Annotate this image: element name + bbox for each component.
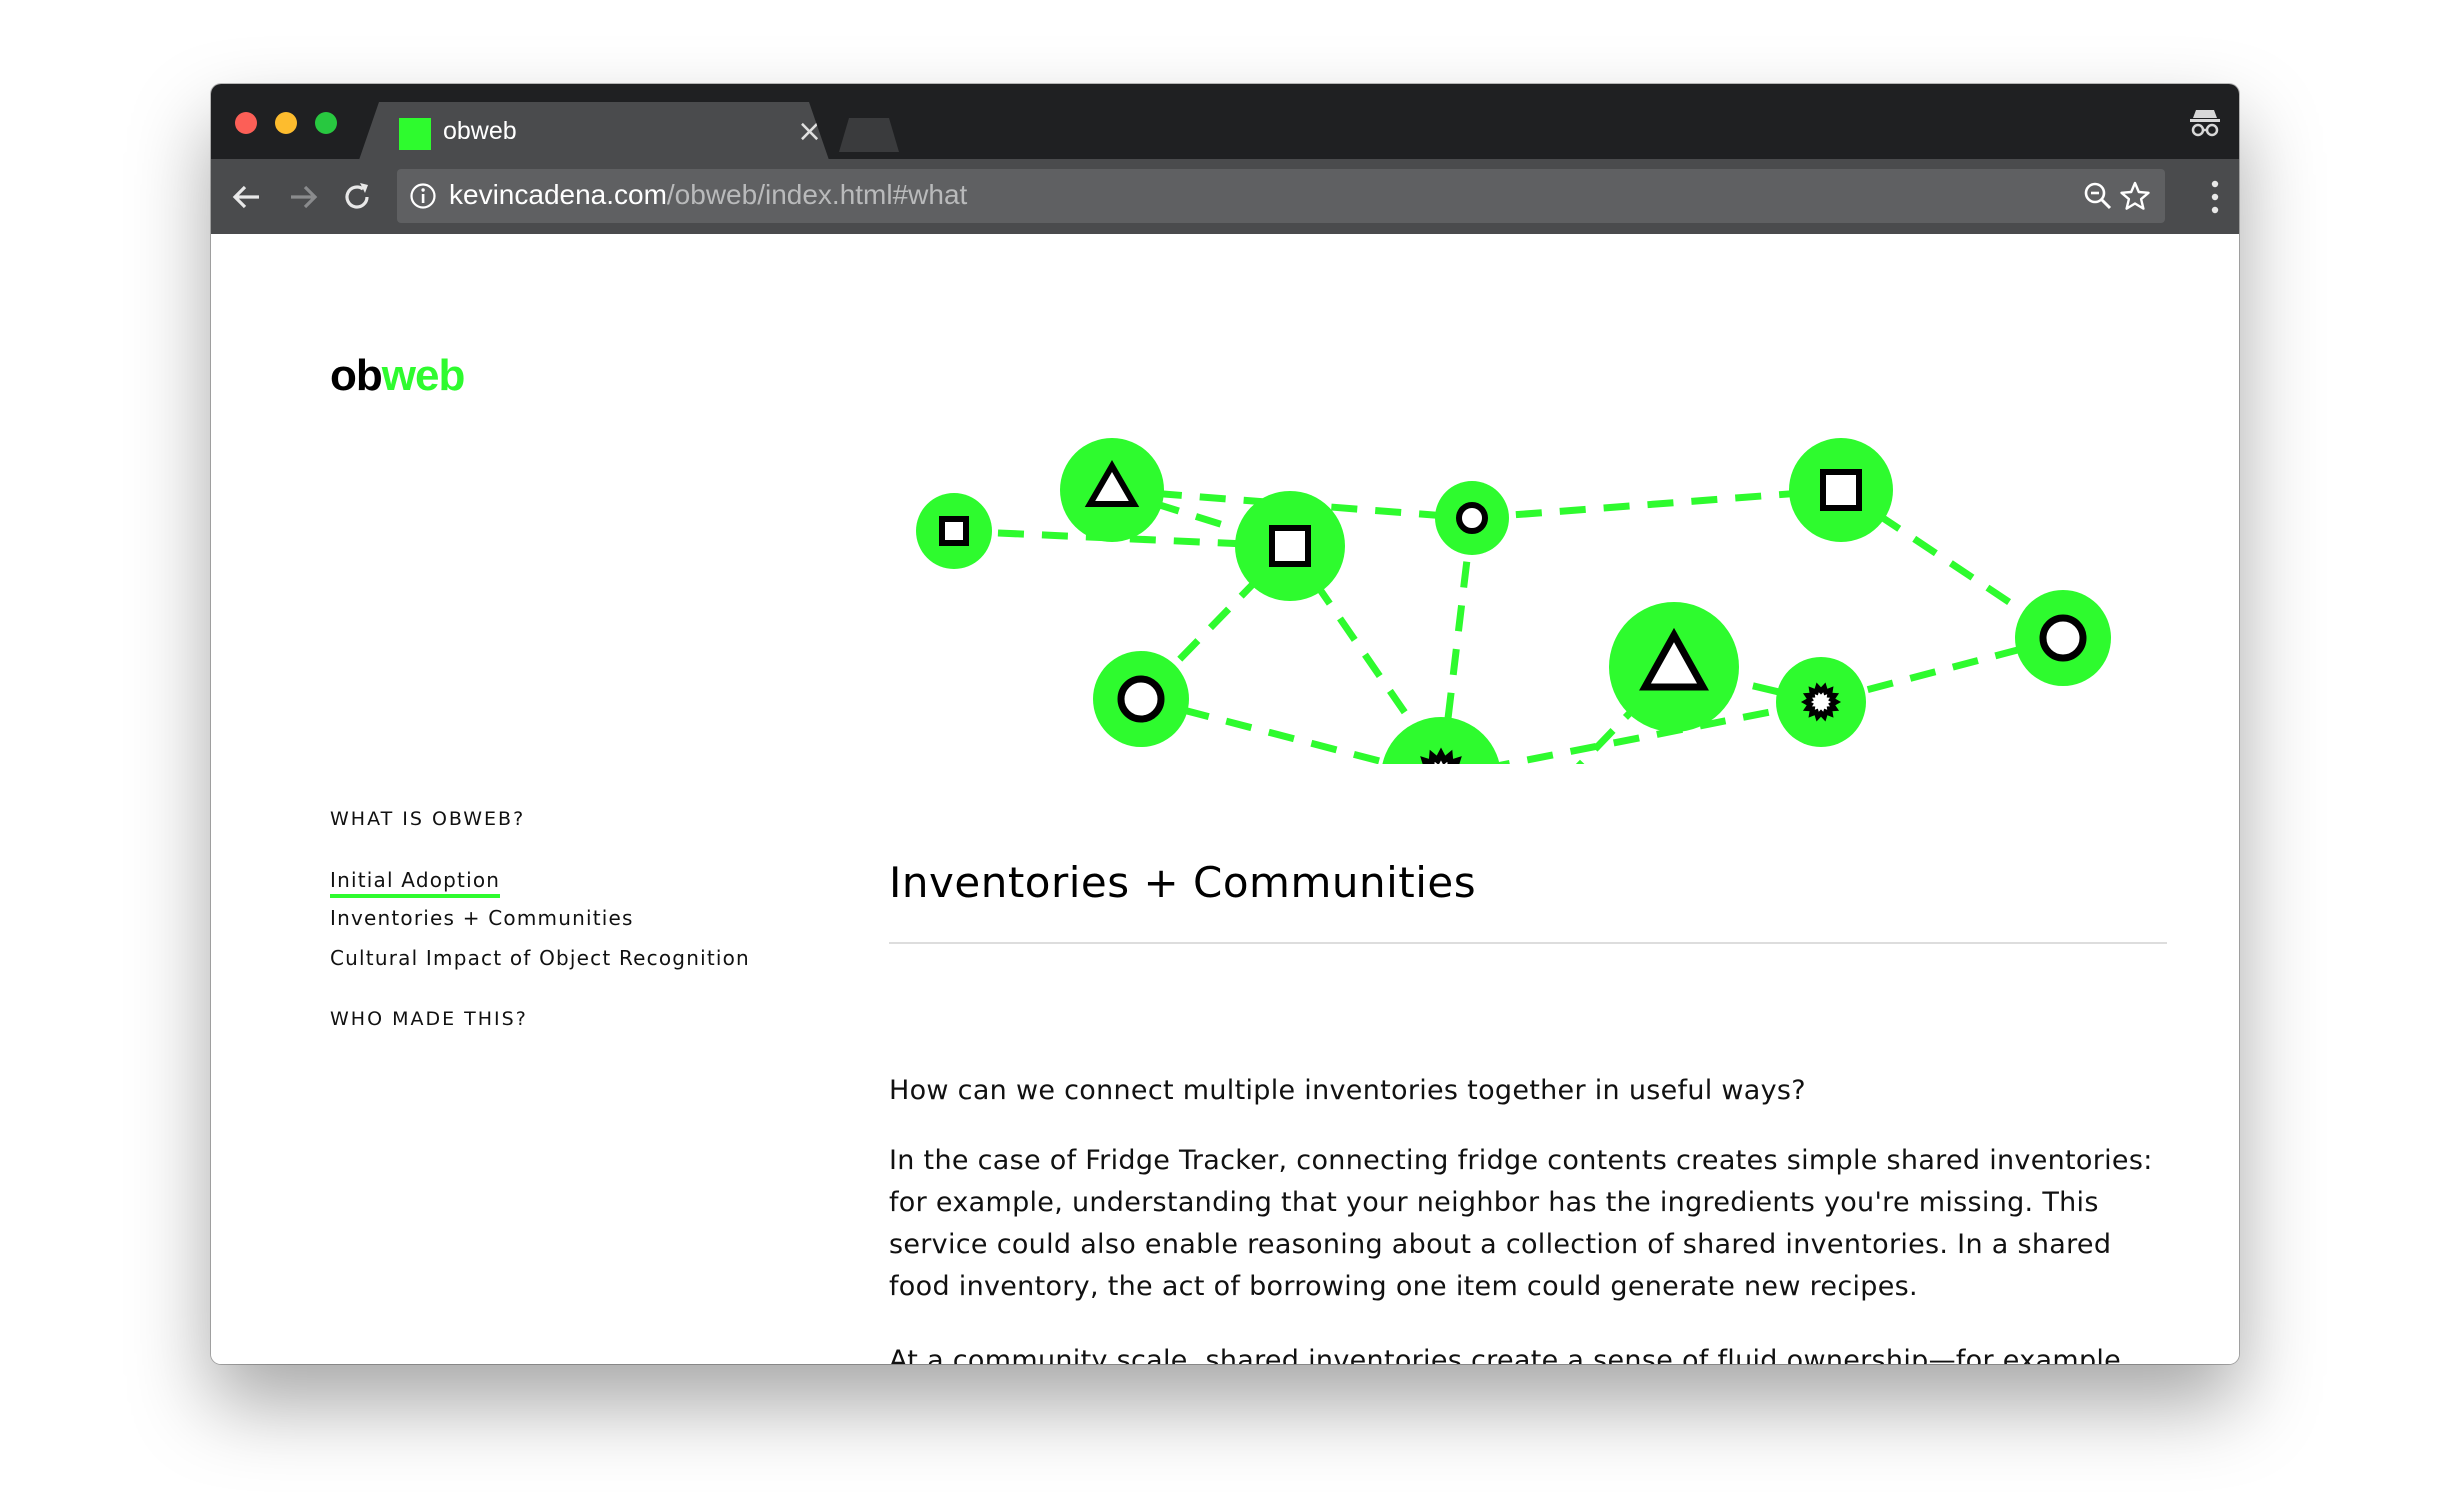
tab-close-icon[interactable]: × [797, 112, 822, 152]
nav-link-cultural-impact[interactable]: Cultural Impact of Object Recognition [330, 946, 750, 970]
node-starburst-large [1382, 717, 1500, 764]
bookmark-star-icon[interactable] [2119, 180, 2151, 212]
incognito-icon [2190, 110, 2220, 137]
section-title: Inventories + Communities [889, 858, 1477, 907]
menu-dots-icon[interactable] [2211, 179, 2219, 215]
url-path: /obweb/index.html#what [666, 179, 968, 210]
node-square-right [1789, 438, 1893, 542]
graph-nodes [916, 438, 2111, 764]
browser-window: obweb × kevincadena.com/obweb/index.html… [211, 84, 2239, 1364]
logo-ob: ob [330, 351, 383, 400]
maximize-window-button[interactable] [315, 112, 337, 134]
node-triangle-large [1609, 602, 1739, 732]
url-text[interactable]: kevincadena.com/obweb/index.html#what [449, 179, 967, 211]
close-window-button[interactable] [235, 112, 257, 134]
url-domain: kevincadena.com [449, 179, 667, 210]
nav-link-initial-adoption[interactable]: Initial Adoption [330, 868, 501, 898]
node-starburst-small [1776, 657, 1866, 747]
nav-heading-who[interactable]: WHO MADE THIS? [330, 1008, 528, 1030]
node-triangle-top [1060, 438, 1164, 542]
logo-web: web [381, 351, 466, 400]
node-square-center [1235, 491, 1345, 601]
address-bar[interactable]: kevincadena.com/obweb/index.html#what [397, 169, 2165, 223]
minimize-window-button[interactable] [275, 112, 297, 134]
site-logo[interactable]: obweb [330, 351, 466, 401]
browser-tab[interactable]: obweb × [359, 102, 829, 160]
title-divider [889, 942, 2167, 944]
web-page: obweb WHAT IS OBWEB? Initial Adoption In… [211, 234, 2239, 1364]
tab-title: obweb [443, 117, 517, 145]
paragraph-3: At a community scale, shared inventories… [889, 1345, 2122, 1364]
title-bar: obweb × [211, 84, 2239, 160]
reload-icon[interactable] [337, 177, 377, 217]
paragraph-2: In the case of Fridge Tracker, connectin… [889, 1145, 2153, 1302]
network-illustration [916, 438, 2111, 764]
node-circle-left [1093, 651, 1189, 747]
new-tab-button[interactable] [839, 118, 899, 152]
browser-toolbar: kevincadena.com/obweb/index.html#what [211, 159, 2239, 234]
favicon-icon [399, 118, 431, 150]
forward-arrow-icon[interactable] [283, 177, 323, 217]
back-arrow-icon[interactable] [227, 177, 267, 217]
node-small-circle [1435, 481, 1509, 555]
zoom-icon[interactable] [2083, 181, 2113, 211]
node-circle-right [2015, 590, 2111, 686]
node-small-square [916, 493, 992, 569]
nav-link-inventories[interactable]: Inventories + Communities [330, 906, 634, 930]
info-icon[interactable] [409, 182, 437, 210]
nav-heading-what[interactable]: WHAT IS OBWEB? [330, 808, 525, 830]
paragraph-1: How can we connect multiple inventories … [889, 1075, 1806, 1106]
